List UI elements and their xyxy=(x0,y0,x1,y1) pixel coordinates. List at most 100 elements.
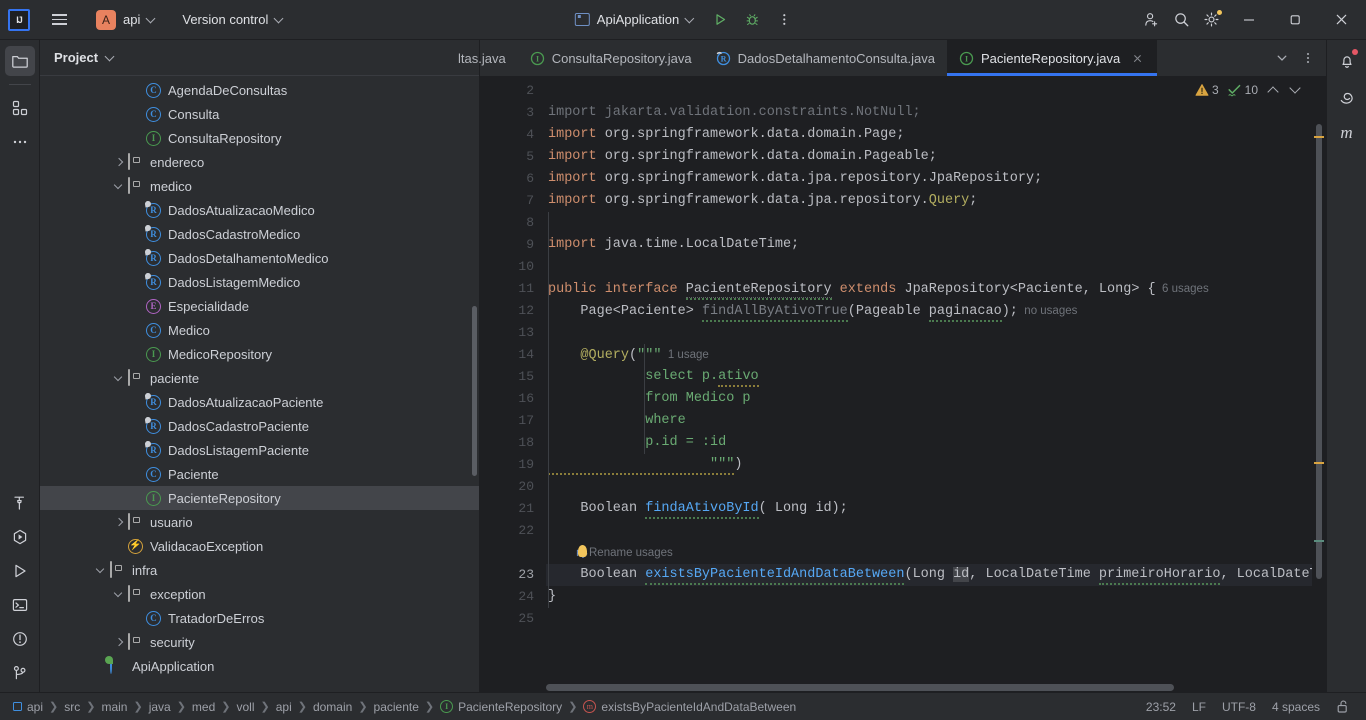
sidebar-item-run[interactable] xyxy=(5,556,35,586)
project-tree[interactable]: C AgendaDeConsultas C Consulta I ConsultaRepo… xyxy=(40,76,479,692)
breadcrumb-item-api[interactable]: api xyxy=(8,697,48,717)
project-tree-scrollbar[interactable] xyxy=(472,306,477,476)
project-selector[interactable]: A api xyxy=(88,7,164,33)
code-line[interactable]: select p.ativo xyxy=(546,366,1326,388)
rename-usages-inlay-hint[interactable]: Rename usages xyxy=(546,542,1326,564)
indent-indicator[interactable]: 4 spaces xyxy=(1264,697,1328,717)
search-everywhere-button[interactable] xyxy=(1166,6,1196,34)
code-line[interactable]: import org.springframework.data.jpa.repo… xyxy=(546,168,1326,190)
code-line[interactable]: import org.springframework.data.jpa.repo… xyxy=(546,190,1326,212)
breadcrumb-item-api[interactable]: api xyxy=(271,697,297,717)
tree-item-especialidade[interactable]: E Especialidade xyxy=(40,294,479,318)
tree-item-medico[interactable]: medico xyxy=(40,174,479,198)
tree-item-medico[interactable]: C Medico xyxy=(40,318,479,342)
settings-button[interactable] xyxy=(1196,6,1226,34)
tree-item-endereco[interactable]: endereco xyxy=(40,150,479,174)
tree-item-dadosatualizacaopaciente[interactable]: R DadosAtualizacaoPaciente xyxy=(40,390,479,414)
chevron-right-icon[interactable] xyxy=(112,155,126,169)
chevron-down-icon[interactable] xyxy=(112,179,126,193)
code-line[interactable] xyxy=(546,256,1326,278)
next-problem-button[interactable] xyxy=(1286,81,1304,99)
maximize-window-button[interactable] xyxy=(1272,0,1318,40)
editor-tab-consultarepository[interactable]: I ConsultaRepository.java xyxy=(518,40,704,76)
tree-item-dadoslistagempaciente[interactable]: R DadosListagemPaciente xyxy=(40,438,479,462)
sidebar-item-maven[interactable]: m xyxy=(1332,118,1362,148)
warning-marker[interactable] xyxy=(1314,462,1324,464)
breadcrumb-item-domain[interactable]: domain xyxy=(308,697,357,717)
sidebar-item-project[interactable] xyxy=(4,46,35,76)
code-line[interactable]: } xyxy=(546,586,1326,608)
tree-item-dadoscadastromedico[interactable]: R DadosCadastroMedico xyxy=(40,222,479,246)
editor-tab-pacienterepository[interactable]: I PacienteRepository.java xyxy=(946,40,1158,76)
code-line[interactable] xyxy=(546,476,1326,498)
sidebar-item-notifications[interactable] xyxy=(1332,46,1362,76)
tree-item-pacienterepository[interactable]: I PacienteRepository xyxy=(40,486,479,510)
code-line[interactable]: from Medico p xyxy=(546,388,1326,410)
debug-button[interactable] xyxy=(737,6,767,34)
code-line[interactable]: public interface PacienteRepository exte… xyxy=(546,278,1326,300)
tree-item-infra[interactable]: infra xyxy=(40,558,479,582)
tree-item-tratadordeerros[interactable]: C TratadorDeErros xyxy=(40,606,479,630)
tree-item-dadosatualizacaomedico[interactable]: R DadosAtualizacaoMedico xyxy=(40,198,479,222)
editor-tab-dadosdetalhamentoconsulta[interactable]: R DadosDetalhamentoConsulta.java xyxy=(704,40,947,76)
code-content[interactable]: import jakarta.validation.constraints.No… xyxy=(546,76,1326,692)
sidebar-item-spiral[interactable] xyxy=(1332,82,1362,112)
breadcrumb-item-java[interactable]: java xyxy=(144,697,176,717)
warning-marker[interactable] xyxy=(1314,136,1324,138)
tree-item-exception[interactable]: exception xyxy=(40,582,479,606)
chevron-right-icon[interactable] xyxy=(112,635,126,649)
code-line[interactable]: import org.springframework.data.domain.P… xyxy=(546,124,1326,146)
add-collaborator-button[interactable] xyxy=(1136,6,1166,34)
tree-item-dadoscadastropaciente[interactable]: R DadosCadastroPaciente xyxy=(40,414,479,438)
sidebar-item-problems[interactable] xyxy=(5,624,35,654)
code-line[interactable] xyxy=(546,322,1326,344)
code-line[interactable] xyxy=(546,212,1326,234)
code-line[interactable] xyxy=(546,608,1326,630)
code-line[interactable]: Boolean findaAtivoById( Long id); xyxy=(546,498,1326,520)
main-menu-button[interactable] xyxy=(42,5,76,35)
code-line[interactable]: @Query(""" 1 usage xyxy=(546,344,1326,366)
version-control-widget[interactable]: Version control xyxy=(174,7,292,33)
sidebar-item-structure[interactable] xyxy=(5,93,35,123)
run-configuration-selector[interactable]: ApiApplication xyxy=(567,7,703,33)
tree-item-dadosdetalhamentomedico[interactable]: R DadosDetalhamentoMedico xyxy=(40,246,479,270)
tree-item-consultarepository[interactable]: I ConsultaRepository xyxy=(40,126,479,150)
editor-tab-ltas[interactable]: ltas.java xyxy=(458,40,518,76)
line-number-gutter[interactable]: 2 3 4 5 6 7 8 9 10 11 12 13 14 15 16 17 18 19 20 21 22 23 24 25 xyxy=(480,76,546,692)
code-line[interactable]: p.id = :id xyxy=(546,432,1326,454)
breadcrumb-item-pacienterepository[interactable]: I PacienteRepository xyxy=(435,697,567,717)
code-line[interactable]: Page<Paciente> findAllByAtivoTrue(Pageab… xyxy=(546,300,1326,322)
breadcrumb-item-med[interactable]: med xyxy=(187,697,220,717)
tree-item-usuario[interactable]: usuario xyxy=(40,510,479,534)
chevron-down-icon[interactable] xyxy=(94,563,108,577)
tree-item-consulta[interactable]: C Consulta xyxy=(40,102,479,126)
code-line[interactable]: """) xyxy=(546,454,1326,476)
code-line[interactable]: import org.springframework.data.domain.P… xyxy=(546,146,1326,168)
chevron-down-icon[interactable] xyxy=(112,371,126,385)
previous-problem-button[interactable] xyxy=(1264,81,1282,99)
tree-item-paciente[interactable]: paciente xyxy=(40,366,479,390)
more-run-options-button[interactable] xyxy=(769,6,799,34)
line-separator-indicator[interactable]: LF xyxy=(1184,697,1214,717)
sidebar-item-coverage[interactable] xyxy=(5,522,35,552)
code-line[interactable]: import java.time.LocalDateTime; xyxy=(546,234,1326,256)
close-window-button[interactable] xyxy=(1318,0,1364,40)
breadcrumb-item-main[interactable]: main xyxy=(96,697,132,717)
caret-position-indicator[interactable]: 23:52 xyxy=(1138,697,1184,717)
breadcrumb-item-paciente[interactable]: paciente xyxy=(369,697,424,717)
code-line[interactable]: Boolean existsByPacienteIdAndDataBetween… xyxy=(546,564,1326,586)
encoding-indicator[interactable]: UTF-8 xyxy=(1214,697,1264,717)
tree-item-agendadeconsultas[interactable]: C AgendaDeConsultas xyxy=(40,78,479,102)
tree-item-validacaoexception[interactable]: ⚡ ValidacaoException xyxy=(40,534,479,558)
editor-vertical-scrollbar[interactable] xyxy=(1316,124,1322,579)
sidebar-item-version-control[interactable] xyxy=(5,658,35,688)
code-line[interactable]: where xyxy=(546,410,1326,432)
project-panel-header[interactable]: Project xyxy=(40,40,479,76)
close-tab-icon[interactable] xyxy=(1130,51,1145,66)
editor-horizontal-scrollbar[interactable] xyxy=(546,684,1174,691)
tab-options-button[interactable] xyxy=(1296,45,1320,71)
code-line[interactable]: import jakarta.validation.constraints.No… xyxy=(546,102,1326,124)
error-stripe-marker-bar[interactable] xyxy=(1312,76,1326,692)
tree-item-apiapplication[interactable]: ApiApplication xyxy=(40,654,479,678)
tree-item-dadoslistagemmedico[interactable]: R DadosListagemMedico xyxy=(40,270,479,294)
